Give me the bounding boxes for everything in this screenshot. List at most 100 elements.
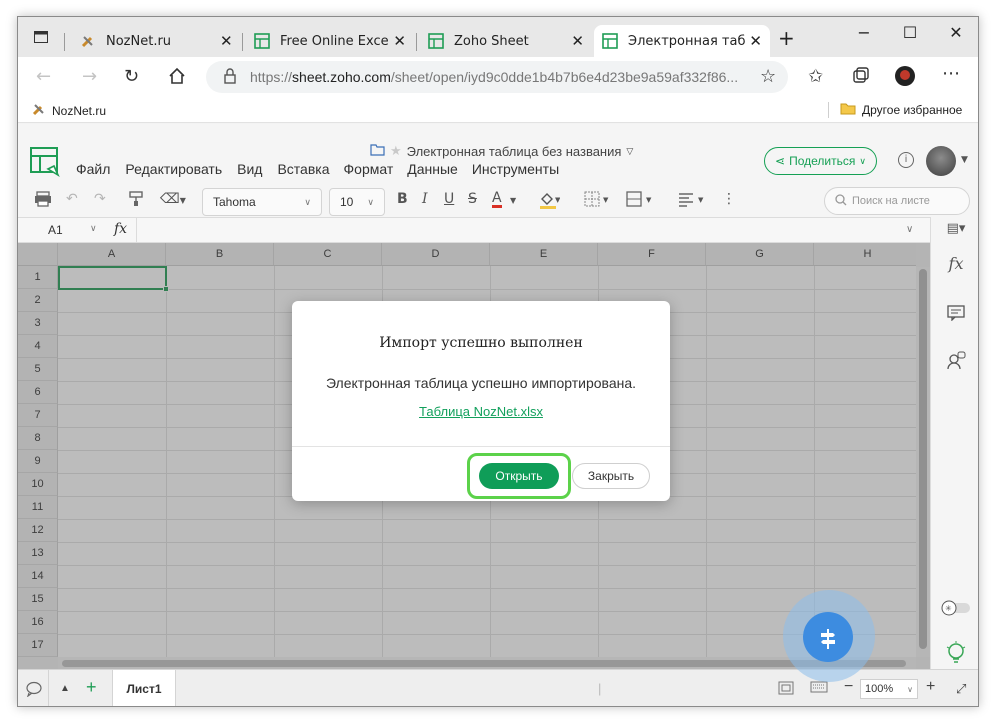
- menu-file[interactable]: Файл: [76, 161, 110, 177]
- fullscreen-view-icon[interactable]: [778, 681, 794, 698]
- strikethrough-button[interactable]: S: [468, 191, 477, 207]
- sheet-list-button[interactable]: ▲: [60, 683, 70, 694]
- italic-button[interactable]: I: [422, 191, 428, 207]
- font-family-value: Tahoma: [213, 195, 256, 209]
- format-painter-icon[interactable]: [128, 191, 144, 211]
- document-title[interactable]: ★ Электронная таблица без названия ▽: [370, 143, 633, 159]
- forward-icon[interactable]: →: [82, 66, 97, 87]
- chat-icon[interactable]: [26, 681, 42, 700]
- url-path: /sheet/open/iyd9c0dde1b4b7b6e4d23be9a59a…: [390, 69, 739, 85]
- profile-icon[interactable]: [894, 65, 916, 92]
- url-field[interactable]: https://sheet.zoho.com/sheet/open/iyd9c0…: [206, 61, 788, 93]
- align-icon[interactable]: ▼: [678, 191, 708, 211]
- clear-format-icon[interactable]: ⌫▼: [160, 191, 186, 207]
- functions-icon[interactable]: fx: [931, 254, 978, 273]
- tab-free-online-excel[interactable]: Free Online Excel Vie ✕: [246, 25, 414, 57]
- favorites-icon[interactable]: ✩: [808, 66, 823, 87]
- collections-icon[interactable]: [852, 67, 870, 90]
- bookmark-other-favorites[interactable]: Другое избранное: [840, 102, 962, 118]
- folder-icon: [840, 102, 856, 118]
- close-tab-icon[interactable]: ✕: [393, 32, 406, 50]
- chevron-down-icon[interactable]: ∨: [90, 224, 97, 234]
- new-tab-button[interactable]: +: [778, 26, 795, 50]
- zoho-sheet-icon: [254, 33, 270, 49]
- sheet-search-input[interactable]: Поиск на листе: [824, 187, 970, 215]
- collaborators-icon[interactable]: [931, 351, 978, 375]
- assistant-fab-button[interactable]: [803, 612, 853, 662]
- theme-toggle[interactable]: ✳: [931, 600, 978, 620]
- back-icon[interactable]: ←: [36, 66, 51, 87]
- zoom-out-button[interactable]: −: [844, 678, 853, 696]
- keyboard-icon[interactable]: [810, 681, 828, 696]
- zoom-select[interactable]: 100% ∨: [860, 679, 918, 699]
- formula-bar: A1 ∨ fx ∨: [18, 217, 930, 244]
- close-tab-icon[interactable]: ✕: [220, 32, 233, 50]
- chevron-down-icon[interactable]: ▼: [961, 155, 968, 165]
- sheet-tools-icon[interactable]: ▤▾: [931, 221, 978, 236]
- minimize-button[interactable]: −: [854, 23, 874, 42]
- avatar[interactable]: [926, 146, 956, 176]
- close-window-button[interactable]: ✕: [946, 23, 966, 42]
- document-title-text: Электронная таблица без названия: [406, 143, 622, 159]
- maximize-button[interactable]: ☐: [900, 23, 920, 42]
- lock-icon[interactable]: [223, 68, 237, 89]
- font-family-select[interactable]: Tahoma ∨: [202, 188, 322, 216]
- menu-view[interactable]: Вид: [237, 161, 262, 177]
- font-size-select[interactable]: 10 ∨: [329, 188, 385, 216]
- star-icon[interactable]: ★: [390, 143, 402, 159]
- tab-spreadsheet-active[interactable]: Электронная табли ✕: [594, 25, 770, 57]
- font-size-value: 10: [340, 195, 354, 209]
- print-icon[interactable]: [34, 191, 52, 211]
- menu-insert[interactable]: Вставка: [277, 161, 329, 177]
- expand-icon[interactable]: ⤢: [956, 681, 966, 697]
- share-label: Поделиться: [789, 154, 856, 168]
- bookmark-noznet[interactable]: NozNet.ru: [32, 102, 106, 119]
- more-icon[interactable]: ⋯: [942, 63, 960, 84]
- bookmarks-bar: NozNet.ru Другое избранное: [18, 97, 978, 123]
- tab-actions-icon[interactable]: [34, 31, 48, 47]
- menu-format[interactable]: Формат: [344, 161, 394, 177]
- underline-button[interactable]: U: [444, 191, 454, 207]
- zoom-in-button[interactable]: +: [926, 678, 935, 696]
- sheet-tab[interactable]: Лист1: [112, 670, 176, 706]
- add-favorite-icon[interactable]: ☆: [760, 66, 776, 87]
- bold-button[interactable]: B: [397, 191, 408, 207]
- redo-icon[interactable]: ↷: [94, 191, 106, 207]
- font-color-button[interactable]: A: [492, 191, 502, 208]
- tips-bulb-icon[interactable]: [931, 641, 978, 669]
- zoom-value: 100%: [865, 683, 894, 695]
- menu-edit[interactable]: Редактировать: [125, 161, 222, 177]
- bookmark-label: NozNet.ru: [52, 103, 107, 118]
- comments-icon[interactable]: [931, 305, 978, 325]
- refresh-icon[interactable]: ↻: [124, 66, 139, 87]
- chevron-down-icon[interactable]: ▼: [510, 196, 516, 205]
- chevron-down-icon[interactable]: ∨: [906, 224, 913, 235]
- url-prefix: https://: [250, 69, 293, 85]
- imported-file-link[interactable]: Таблица NozNet.xlsx: [292, 404, 670, 419]
- borders-icon[interactable]: ▼: [584, 191, 612, 211]
- close-tab-icon[interactable]: ✕: [749, 32, 762, 50]
- menu-data[interactable]: Данные: [407, 161, 458, 177]
- merge-cells-icon[interactable]: ▼: [626, 191, 656, 211]
- add-sheet-button[interactable]: +: [86, 677, 97, 698]
- fill-color-icon[interactable]: ▼: [538, 191, 561, 213]
- info-icon[interactable]: i: [898, 152, 914, 168]
- chevron-down-icon: ∨: [907, 684, 913, 694]
- tab-zoho-sheet[interactable]: Zoho Sheet ✕: [420, 25, 592, 57]
- tab-noznet[interactable]: NozNet.ru ✕: [72, 25, 242, 57]
- close-button[interactable]: Закрыть: [572, 463, 650, 489]
- cell-reference[interactable]: A1: [48, 223, 63, 237]
- menu-tools[interactable]: Инструменты: [472, 161, 559, 177]
- dialog-title: Импорт успешно выполнен: [379, 335, 583, 351]
- close-tab-icon[interactable]: ✕: [571, 32, 584, 50]
- zoho-sheet-logo[interactable]: [30, 147, 60, 180]
- more-tools-icon[interactable]: ⋮: [722, 191, 736, 207]
- zoho-sheet-icon: [428, 33, 444, 49]
- chevron-down-icon: ∨: [367, 196, 374, 207]
- open-button[interactable]: Открыть: [479, 463, 559, 489]
- fx-icon[interactable]: fx: [114, 221, 127, 237]
- home-icon[interactable]: [168, 67, 186, 90]
- share-button[interactable]: ⋖ Поделиться ∨: [764, 147, 877, 175]
- undo-icon[interactable]: ↶: [66, 191, 78, 207]
- signpost-icon: [816, 625, 840, 649]
